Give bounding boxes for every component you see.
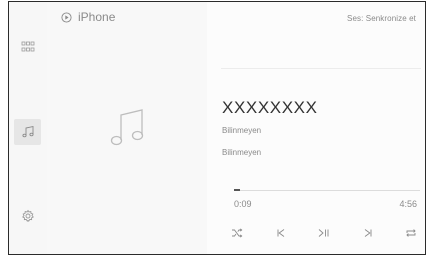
settings-button[interactable]: [14, 203, 41, 229]
next-button[interactable]: [358, 223, 378, 243]
source-selector[interactable]: iPhone: [61, 10, 115, 24]
play-pause-icon: [318, 229, 329, 237]
playback-controls: [227, 223, 421, 243]
sidebar: [9, 2, 47, 254]
elapsed-time: 0:09: [234, 199, 252, 209]
apps-menu-button[interactable]: [14, 34, 41, 60]
total-time: 4:56: [399, 199, 417, 209]
header: iPhone Ses: Senkronize et: [47, 2, 425, 32]
album-name: Bilinmeyen: [222, 148, 262, 157]
music-note-icon: [21, 125, 34, 138]
progress-fill: [234, 189, 240, 191]
gear-icon: [21, 209, 34, 222]
previous-track-icon: [277, 229, 284, 237]
next-track-icon: [364, 229, 371, 237]
shuffle-icon: [232, 228, 243, 238]
music-note-icon: [110, 109, 144, 146]
audio-screen: iPhone Ses: Senkronize et XXXXXXXX Bilin…: [8, 1, 426, 255]
play-pause-button[interactable]: [314, 223, 334, 243]
audio-source-button[interactable]: [14, 119, 41, 145]
play-circle-icon: [61, 11, 72, 23]
repeat-button[interactable]: [401, 223, 421, 243]
apps-grid-icon: [21, 41, 34, 52]
source-label: iPhone: [78, 10, 116, 24]
artist-name: Bilinmeyen: [222, 126, 262, 135]
previous-button[interactable]: [271, 223, 291, 243]
album-art: [47, 2, 207, 254]
progress-bar[interactable]: [234, 189, 420, 191]
repeat-icon: [406, 229, 416, 237]
sync-status[interactable]: Ses: Senkronize et: [347, 14, 416, 23]
divider: [221, 68, 421, 69]
track-title: XXXXXXXX: [222, 98, 318, 117]
shuffle-button[interactable]: [227, 223, 247, 243]
